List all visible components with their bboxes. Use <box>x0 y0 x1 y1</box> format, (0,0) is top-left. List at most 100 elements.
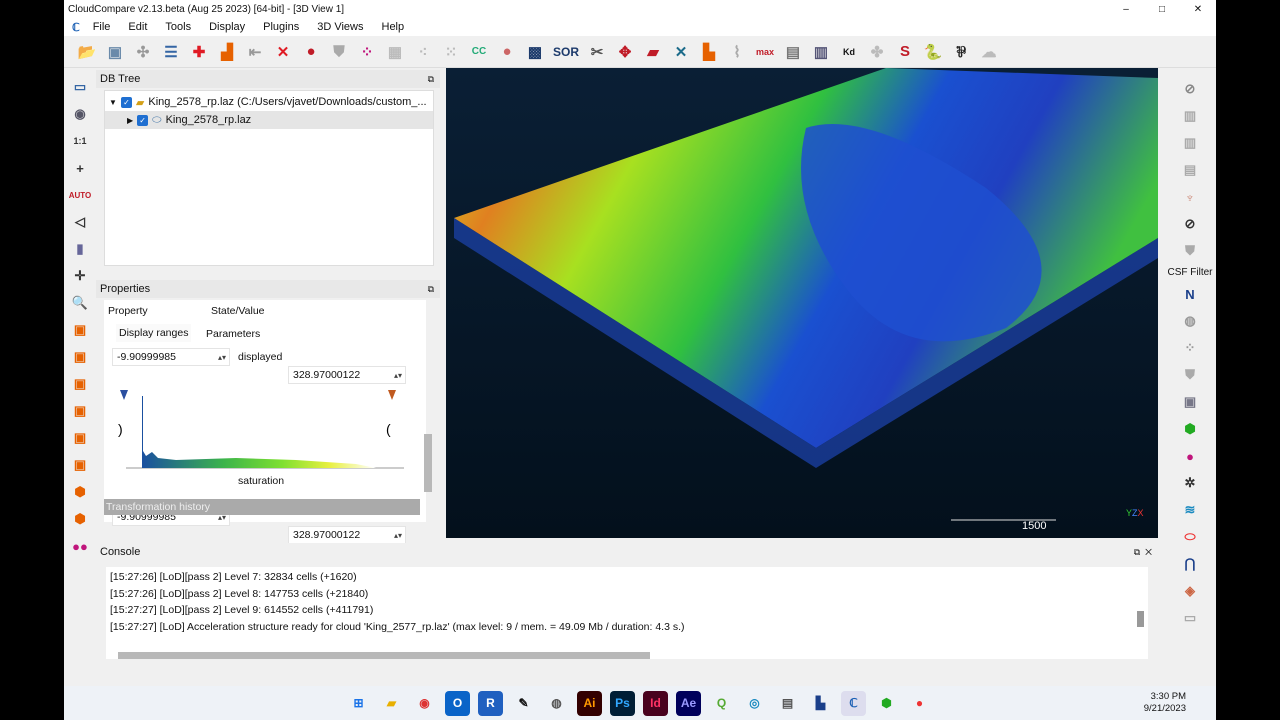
zoom-icon[interactable]: 🔍 <box>70 292 90 314</box>
menu-file[interactable]: File <box>84 21 120 33</box>
python-icon[interactable]: 🐍 <box>922 41 944 63</box>
stereo-icon[interactable]: ●● <box>70 535 90 557</box>
center-icon[interactable]: ✛ <box>70 265 90 287</box>
console-v-scrollbar[interactable] <box>1137 611 1144 627</box>
ransac-icon[interactable]: ● <box>1180 445 1200 467</box>
saturation-max-input[interactable]: 328.97000122 ▴▾ <box>288 526 406 544</box>
photoshop-icon[interactable]: Ps <box>610 690 635 716</box>
pcv-icon[interactable]: ▣ <box>1180 391 1200 413</box>
subsample-icon[interactable]: ▦ <box>384 41 406 63</box>
histogram[interactable]: ) ( <box>116 376 406 486</box>
menu-help[interactable]: Help <box>373 21 414 33</box>
sor-icon[interactable]: SOR <box>552 41 580 63</box>
compare-icon[interactable]: ▥ <box>810 41 832 63</box>
maximize-button[interactable]: □ <box>1144 4 1180 15</box>
save-icon[interactable]: ▣ <box>104 41 126 63</box>
puzzle-icon[interactable]: ✤ <box>866 41 888 63</box>
file-explorer-icon[interactable]: ▰ <box>379 691 404 716</box>
transform-icon[interactable]: ✕ <box>670 41 692 63</box>
properties-scrollbar[interactable] <box>424 434 432 492</box>
min-marker-icon[interactable] <box>120 390 128 400</box>
scale-1-1-icon[interactable]: 1:1 <box>70 130 90 152</box>
menu-display[interactable]: Display <box>200 21 254 33</box>
system-clock[interactable]: 3:30 PM 9/21/2023 <box>1144 691 1186 715</box>
minimize-button[interactable]: – <box>1108 4 1144 15</box>
spin-arrows[interactable]: ▴▾ <box>394 531 402 540</box>
chrome-icon[interactable]: ◉ <box>412 691 437 716</box>
iso-back-icon[interactable]: ⬢ <box>70 508 90 530</box>
shield-icon[interactable]: ⛊ <box>1180 240 1200 262</box>
app-icon[interactable]: ▙ <box>808 691 833 716</box>
view-bottom-icon[interactable]: ▣ <box>70 454 90 476</box>
hpr-icon[interactable]: ◍ <box>1180 310 1200 332</box>
tab-parameters[interactable]: Parameters <box>206 325 260 343</box>
view-front-icon[interactable]: ▣ <box>70 346 90 368</box>
canupo-icon[interactable]: ◈ <box>1180 580 1200 602</box>
max-handle-icon[interactable]: ( <box>386 421 391 437</box>
noise-icon[interactable]: ⁖ <box>412 41 434 63</box>
tree-item-cloud[interactable]: ▶ ✓ ⬭ King_2578_rp.laz <box>105 111 433 129</box>
merge-icon[interactable]: ● <box>300 41 322 63</box>
delete-icon[interactable]: ✕ <box>272 41 294 63</box>
start-icon[interactable]: ⊞ <box>346 691 371 716</box>
spin-arrows[interactable]: ▴▾ <box>218 353 226 362</box>
green-app-icon[interactable]: ⬢ <box>874 691 899 716</box>
chart-icon[interactable]: ⌇ <box>726 41 748 63</box>
ellipse-icon[interactable]: ⬭ <box>1180 526 1200 548</box>
object-icon[interactable]: ● <box>496 41 518 63</box>
arch-icon[interactable]: ⋂ <box>1180 553 1200 575</box>
box-icon[interactable]: ▰ <box>642 41 664 63</box>
compass-icon[interactable]: ⊘ <box>1180 213 1200 235</box>
dock-icon[interactable]: ⧉ <box>428 74 434 85</box>
translate-icon[interactable]: ✥ <box>614 41 636 63</box>
sphere-icon[interactable]: ⬢ <box>1180 418 1200 440</box>
color-scale-icon[interactable]: ▟ <box>216 41 238 63</box>
screen-icon[interactable]: ▭ <box>70 76 90 98</box>
indesign-icon[interactable]: Id <box>643 690 668 716</box>
3d-view[interactable]: 1500 YZX <box>446 68 1158 538</box>
point-cloud[interactable] <box>446 68 1158 538</box>
north-icon[interactable]: N <box>1180 283 1200 305</box>
console-h-scrollbar[interactable] <box>118 652 650 659</box>
open-icon[interactable]: 📂 <box>76 41 98 63</box>
disable-icon[interactable]: ⊘ <box>1180 78 1200 100</box>
inkscape-icon[interactable]: ✎ <box>511 691 536 716</box>
cell-icon[interactable]: ▥ <box>1180 105 1200 127</box>
view-right-icon[interactable]: ▣ <box>70 427 90 449</box>
transformation-history-header[interactable]: Transformation history <box>104 499 420 515</box>
tree-item-root[interactable]: ▼ ✓ ▰ King_2578_rp.laz (C:/Users/vjavet/… <box>105 93 433 111</box>
dock-icon[interactable]: ⧉ ✕ <box>1134 547 1152 558</box>
after-effects-icon[interactable]: Ae <box>676 690 701 716</box>
brush-icon[interactable]: ♆ <box>1180 186 1200 208</box>
graph-icon[interactable]: ⅌ <box>950 41 972 63</box>
expand-icon[interactable]: ▶ <box>127 116 133 125</box>
layers-icon[interactable]: ▤ <box>1180 159 1200 181</box>
notes-icon[interactable]: ▤ <box>775 691 800 716</box>
view-back-icon[interactable]: ▣ <box>70 400 90 422</box>
pivot-icon[interactable]: + <box>70 157 90 179</box>
menu-plugins[interactable]: Plugins <box>254 21 308 33</box>
graph-icon[interactable]: ✲ <box>1180 472 1200 494</box>
shield-icon[interactable]: ⛊ <box>328 41 350 63</box>
stack-icon[interactable]: ≋ <box>1180 499 1200 521</box>
cell2-icon[interactable]: ▥ <box>1180 132 1200 154</box>
add-point-icon[interactable]: ✚ <box>188 41 210 63</box>
tab-display-ranges[interactable]: Display ranges <box>116 324 192 342</box>
table-icon[interactable]: ▤ <box>782 41 804 63</box>
menu-3d-views[interactable]: 3D Views <box>308 21 372 33</box>
r-icon[interactable]: R <box>478 690 503 716</box>
checker-icon[interactable]: ▩ <box>524 41 546 63</box>
gizmo-icon[interactable]: ✣ <box>132 41 154 63</box>
displayed-min-input[interactable]: -9.90999985 ▴▾ <box>112 348 230 366</box>
cloudcompare-taskbar-icon[interactable]: ℂ <box>841 690 866 716</box>
max-icon[interactable]: max <box>754 41 776 63</box>
light-icon[interactable]: ▮ <box>70 238 90 260</box>
menu-tools[interactable]: Tools <box>156 21 200 33</box>
max-marker-icon[interactable] <box>388 390 396 400</box>
globe-icon[interactable]: ◍ <box>544 691 569 716</box>
s-curve-icon[interactable]: S <box>894 41 916 63</box>
camera-icon[interactable]: ◉ <box>70 103 90 125</box>
export-icon[interactable]: ⇤ <box>244 41 266 63</box>
kd-icon[interactable]: Kd <box>838 41 860 63</box>
points-icon[interactable]: ⁘ <box>1180 337 1200 359</box>
